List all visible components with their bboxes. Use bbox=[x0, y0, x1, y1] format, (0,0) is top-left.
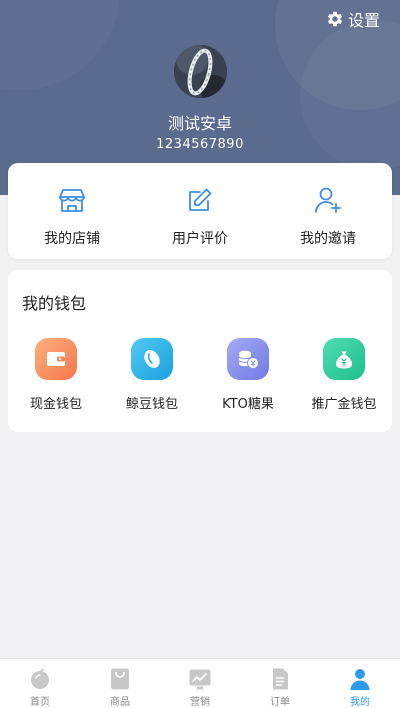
bottom-tab-bar: 首页 商品 营销 订单 我的 bbox=[0, 658, 400, 708]
wallet-item-label: 鲸豆钱包 bbox=[125, 397, 178, 412]
tab-mine[interactable]: 我的 bbox=[320, 659, 400, 708]
cash-wallet-button[interactable]: 现金钱包 bbox=[8, 338, 104, 412]
my-store-button[interactable]: 我的店铺 bbox=[8, 163, 136, 259]
avatar[interactable] bbox=[174, 45, 227, 98]
settings-button[interactable]: 设置 bbox=[326, 8, 380, 30]
edit-icon bbox=[189, 188, 212, 211]
tab-home[interactable]: 首页 bbox=[0, 659, 80, 708]
avatar-image bbox=[174, 45, 227, 98]
money-bag-icon bbox=[323, 338, 365, 380]
bean-icon bbox=[131, 338, 173, 380]
shop-menu-label: 用户评价 bbox=[172, 231, 228, 247]
settings-label: 设置 bbox=[347, 11, 380, 30]
user-reviews-button[interactable]: 用户评价 bbox=[136, 163, 264, 259]
coins-icon bbox=[227, 338, 269, 380]
tab-label: 营销 bbox=[190, 697, 210, 708]
kto-candy-button[interactable]: KTO糖果 bbox=[200, 338, 296, 412]
tab-products[interactable]: 商品 bbox=[80, 659, 160, 708]
marketing-chart-icon bbox=[189, 669, 211, 690]
bean-wallet-button[interactable]: 鲸豆钱包 bbox=[104, 338, 200, 412]
product-bag-icon bbox=[111, 668, 129, 690]
wallet-item-label: 推广金钱包 bbox=[311, 397, 377, 412]
promotion-wallet-button[interactable]: 推广金钱包 bbox=[296, 338, 392, 412]
my-invitations-button[interactable]: 我的邀请 bbox=[264, 163, 392, 259]
tab-label: 订单 bbox=[270, 697, 290, 708]
tab-label: 首页 bbox=[30, 697, 50, 708]
gear-icon bbox=[327, 11, 342, 27]
store-icon bbox=[59, 189, 85, 212]
cash-wallet-icon bbox=[35, 338, 77, 380]
tab-marketing[interactable]: 营销 bbox=[160, 659, 240, 708]
wallet-title: 我的钱包 bbox=[22, 294, 87, 313]
tab-label: 我的 bbox=[350, 697, 370, 708]
profile-icon bbox=[350, 669, 370, 690]
wallet-card: 我的钱包 现金钱包 鲸豆钱包 KTO糖果 推广金钱包 bbox=[8, 270, 392, 432]
wallet-items: 现金钱包 鲸豆钱包 KTO糖果 推广金钱包 bbox=[8, 338, 392, 412]
home-icon bbox=[31, 668, 49, 689]
shop-menu-card: 我的店铺 用户评价 我的邀请 bbox=[8, 163, 392, 259]
tab-label: 商品 bbox=[110, 697, 130, 708]
wallet-item-label: KTO糖果 bbox=[222, 397, 274, 412]
header-decoration-circle bbox=[0, 0, 120, 90]
username: 测试安卓 bbox=[167, 114, 232, 133]
user-id: 1234567890 bbox=[156, 137, 244, 152]
order-doc-icon bbox=[273, 668, 288, 690]
wallet-item-label: 现金钱包 bbox=[29, 397, 82, 412]
tab-orders[interactable]: 订单 bbox=[240, 659, 320, 708]
shop-menu-label: 我的店铺 bbox=[44, 231, 100, 247]
add-user-icon bbox=[315, 187, 341, 213]
shop-menu-label: 我的邀请 bbox=[300, 231, 356, 247]
